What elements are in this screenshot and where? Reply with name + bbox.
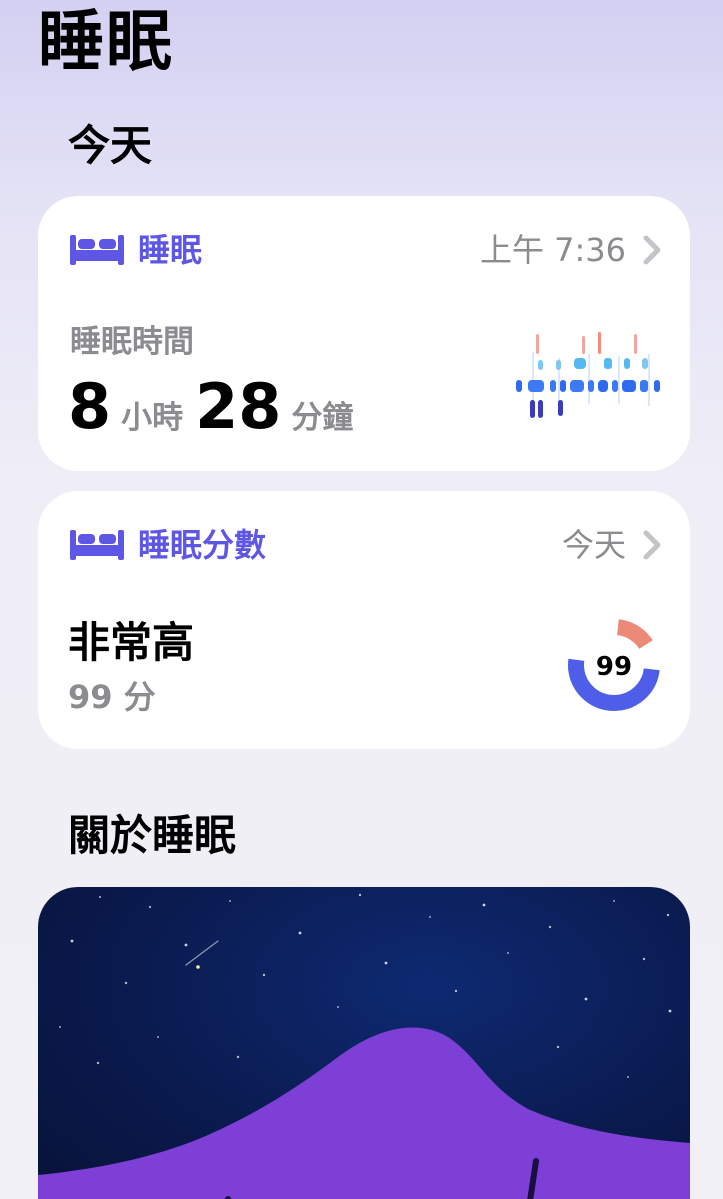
card-header: 睡眠分數 今天	[70, 525, 662, 565]
score-value: 99 分	[68, 678, 156, 716]
card-title: 睡眠	[138, 231, 203, 269]
about-sleep-card[interactable]	[38, 887, 690, 1199]
sleep-time-label: 睡眠時間	[70, 324, 194, 360]
sleep-score-card[interactable]: 睡眠分數 今天 非常高 99 分 99	[38, 491, 690, 749]
duration-minutes: 28	[195, 370, 282, 443]
card-title: 睡眠分數	[138, 526, 267, 564]
sleep-stages-chart	[516, 332, 660, 418]
score-level: 非常高	[68, 618, 195, 667]
score-ring-icon: 99	[568, 619, 660, 711]
sleep-duration-card[interactable]: 睡眠 上午 7:36 睡眠時間 8 小時 28 分鐘	[38, 196, 690, 471]
page-title: 睡眠	[38, 3, 174, 80]
wake-time: 上午 7:36	[479, 231, 626, 269]
card-meta: 今天	[562, 525, 662, 565]
score-period: 今天	[561, 526, 626, 564]
card-meta: 上午 7:36	[480, 230, 662, 270]
chevron-right-icon	[643, 530, 661, 560]
bed-icon	[70, 530, 124, 560]
section-title-about: 關於睡眠	[68, 811, 237, 860]
duration-hours: 8	[68, 370, 112, 443]
sleep-duration: 8 小時 28 分鐘	[68, 374, 365, 440]
chevron-right-icon	[643, 235, 661, 265]
section-title-today: 今天	[68, 121, 153, 170]
score-ring-value: 99	[596, 652, 632, 682]
bed-icon	[70, 235, 124, 265]
duration-hours-unit: 小時	[121, 400, 184, 436]
card-header: 睡眠 上午 7:36	[70, 230, 662, 270]
duration-minutes-unit: 分鐘	[291, 400, 354, 436]
night-sky-illustration	[38, 893, 690, 1199]
